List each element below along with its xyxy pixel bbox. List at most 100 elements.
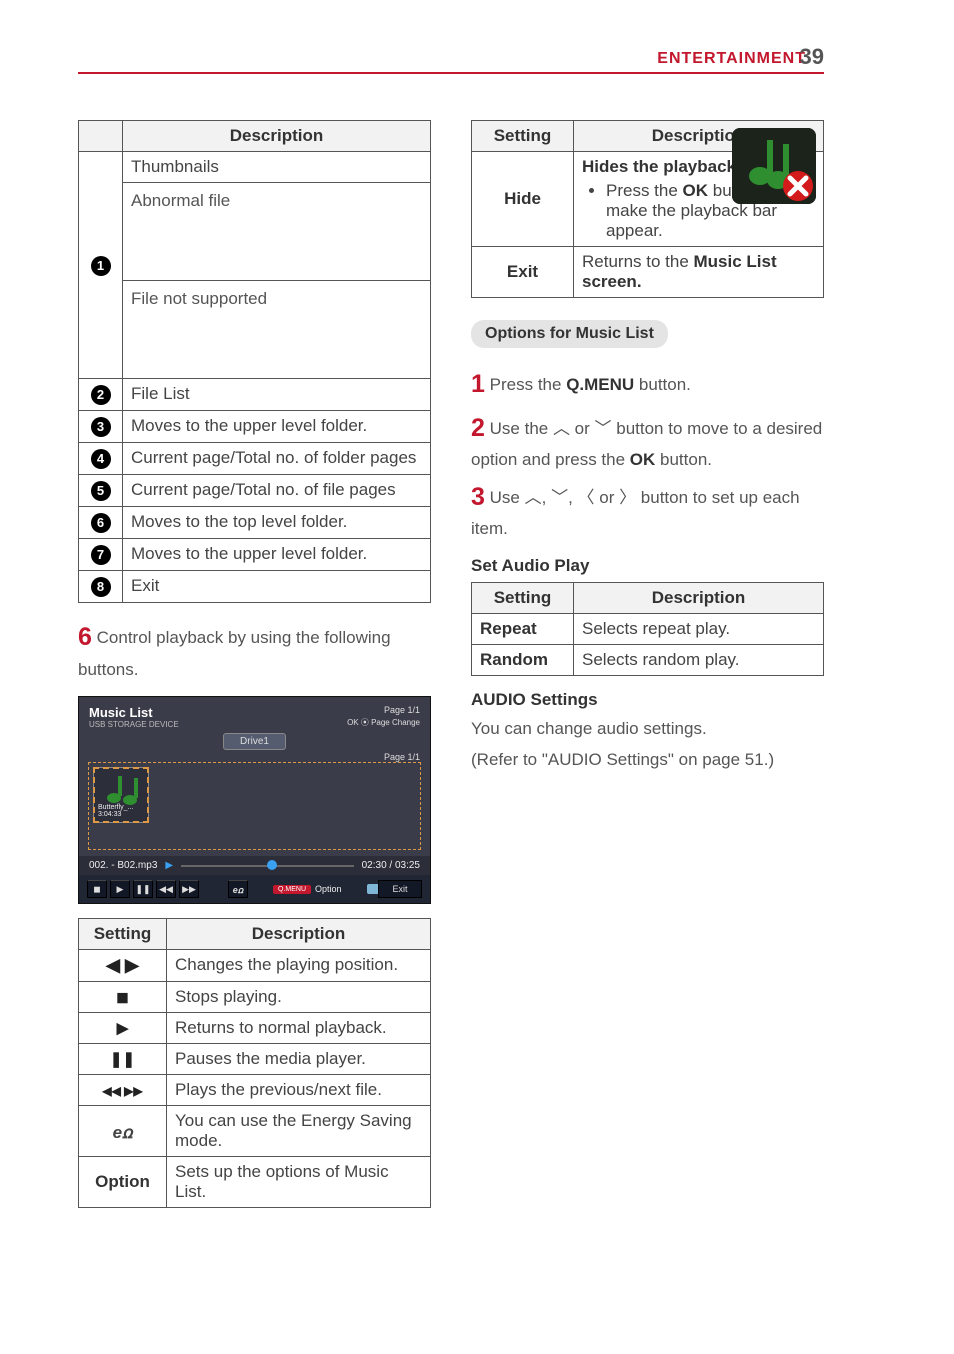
table-row: ▶ Returns to normal playback. [79, 1013, 431, 1044]
he-header-setting: Setting [472, 121, 574, 152]
right-icon: 〉 [619, 488, 636, 507]
thumbnails-cell: Thumbnails [123, 152, 431, 183]
energy-saving-icon: eꭥ [113, 1123, 133, 1142]
table-row: 6 Moves to the top level folder. [79, 507, 431, 539]
table-row: 1 Thumbnails [79, 152, 431, 183]
play-icon: ▶ [117, 1020, 129, 1037]
page-number: 39 [800, 44, 824, 70]
table-row: Option Sets up the options of Music List… [79, 1157, 431, 1208]
set-audio-play-heading: Set Audio Play [471, 556, 824, 576]
section-title: ENTERTAINMENT [657, 50, 806, 67]
table-row: ❚❚ Pauses the media player. [79, 1044, 431, 1075]
audio-settings-heading: AUDIO Settings [471, 690, 824, 710]
playback-button-bar: ◼ ▶ ❚❚ ◀◀ ▶▶ eꭥ Q.MENU Option Hide Exit [79, 875, 430, 903]
playback-drive[interactable]: Drive1 [223, 733, 286, 750]
right-column: Setting Description Hide Hides the playb… [471, 120, 824, 1208]
table-row: ◀ ▶ Changes the playing position. [79, 950, 431, 982]
seek-icons: ◀ ▶ [106, 955, 139, 975]
exit-button[interactable]: Exit [378, 880, 422, 898]
table-row: Repeat Selects repeat play. [472, 613, 824, 644]
playback-now-playing: 002. - B02.mp3 ▶ 02:30 / 03:25 [79, 856, 430, 875]
desc-cell: Moves to the top level folder. [123, 507, 431, 539]
table-row: 7 Moves to the upper level folder. [79, 539, 431, 571]
exit-label: Exit [472, 247, 574, 298]
desc-cell: Current page/Total no. of folder pages [123, 443, 431, 475]
exit-desc: Returns to the Music List screen. [574, 247, 824, 298]
audio-settings-line2: (Refer to "AUDIO Settings" on page 51.) [471, 747, 824, 773]
playback-controls-table: Setting Description ◀ ▶ Changes the play… [78, 918, 431, 1208]
energy-saving-button[interactable]: eꭥ [228, 880, 248, 898]
play-button[interactable]: ▶ [110, 880, 130, 898]
prev-next-icons: ◀◀ ▶▶ [102, 1084, 142, 1098]
desc-cell: Selects repeat play. [574, 613, 824, 644]
up-icon: ︿ [553, 419, 570, 438]
table-row: Abnormal file [79, 183, 431, 281]
items-table-header-desc: Description [123, 121, 431, 152]
playback-subtitle: USB STORAGE DEVICE [89, 720, 179, 729]
table-row: File not supported [79, 281, 431, 379]
option-step-3: 3 Use ︿, ﹀, 〈 or 〉 button to set up each… [471, 479, 824, 542]
down-icon: ﹀ [551, 488, 568, 507]
playback-title: Music List [89, 705, 179, 720]
option-label: Option [79, 1157, 167, 1208]
num-badge-4: 4 [91, 449, 111, 469]
playback-item-name: Butterfly_... [98, 804, 133, 811]
table-row: Exit Returns to the Music List screen. [472, 247, 824, 298]
option-step-1: 1 Press the Q.MENU button. [471, 366, 824, 404]
option-label: Option [315, 884, 342, 894]
sap-header-desc: Description [574, 582, 824, 613]
set-audio-play-table: Setting Description Repeat Selects repea… [471, 582, 824, 676]
abnormal-file-label: Abnormal file [131, 188, 323, 211]
options-music-list-heading: Options for Music List [471, 320, 668, 348]
desc-cell: Current page/Total no. of file pages [123, 475, 431, 507]
random-label: Random [472, 644, 574, 675]
desc-cell: Stops playing. [167, 982, 431, 1013]
desc-cell: Changes the playing position. [167, 950, 431, 982]
playback-grid: Butterfly_... 3:04:33 [88, 762, 421, 850]
playback-item[interactable]: Butterfly_... 3:04:33 [93, 767, 149, 823]
left-icon: 〈 [578, 488, 595, 507]
desc-cell: Pauses the media player. [167, 1044, 431, 1075]
items-table-header-blank [79, 121, 123, 152]
desc-cell: Plays the previous/next file. [167, 1075, 431, 1106]
desc-cell: Moves to the upper level folder. [123, 539, 431, 571]
play-icon: ▶ [165, 860, 173, 871]
pb-table-header-setting: Setting [79, 919, 167, 950]
forward-button[interactable]: ▶▶ [179, 880, 199, 898]
qmenu-badge: Q.MENU [273, 885, 311, 894]
desc-cell: Moves to the upper level folder. [123, 411, 431, 443]
down-icon: ﹀ [595, 419, 612, 438]
playback-ok-hint: OK ⦿ Page Change [347, 717, 420, 728]
table-row: Random Selects random play. [472, 644, 824, 675]
pb-table-header-desc: Description [167, 919, 431, 950]
stop-icon: ◼ [116, 989, 128, 1006]
playback-item-duration: 3:04:33 [98, 811, 133, 818]
items-description-table: Description 1 Thumbnails Abnormal file [78, 120, 431, 603]
table-row: 4 Current page/Total no. of folder pages [79, 443, 431, 475]
table-row: ◼ Stops playing. [79, 982, 431, 1013]
step-text: Control playback by using the following … [78, 628, 391, 679]
playback-ui-screenshot: Music List USB STORAGE DEVICE Page 1/1 O… [78, 696, 431, 904]
table-row: 3 Moves to the upper level folder. [79, 411, 431, 443]
step-number: 6 [78, 623, 92, 651]
desc-cell: Returns to normal playback. [167, 1013, 431, 1044]
playback-scrubber[interactable] [181, 865, 354, 867]
header-bar: ENTERTAINMENT [78, 50, 824, 74]
option-group[interactable]: Q.MENU Option [273, 884, 342, 894]
num-badge-3: 3 [91, 417, 111, 437]
pause-icon: ❚❚ [110, 1051, 135, 1068]
file-not-supported-label: File not supported [131, 286, 323, 309]
desc-cell: You can use the Energy Saving mode. [167, 1106, 431, 1157]
music-note-icon [94, 768, 150, 808]
sap-header-setting: Setting [472, 582, 574, 613]
playback-time: 02:30 / 03:25 [362, 860, 420, 871]
playback-folder-page: Page 1/1 [347, 705, 420, 715]
desc-cell: Exit [123, 571, 431, 603]
stop-button[interactable]: ◼ [87, 880, 107, 898]
desc-cell: Selects random play. [574, 644, 824, 675]
num-badge-6: 6 [91, 513, 111, 533]
step-6: 6 Control playback by using the followin… [78, 619, 431, 682]
pause-button[interactable]: ❚❚ [133, 880, 153, 898]
rewind-button[interactable]: ◀◀ [156, 880, 176, 898]
left-column: Description 1 Thumbnails Abnormal file [78, 120, 431, 1208]
